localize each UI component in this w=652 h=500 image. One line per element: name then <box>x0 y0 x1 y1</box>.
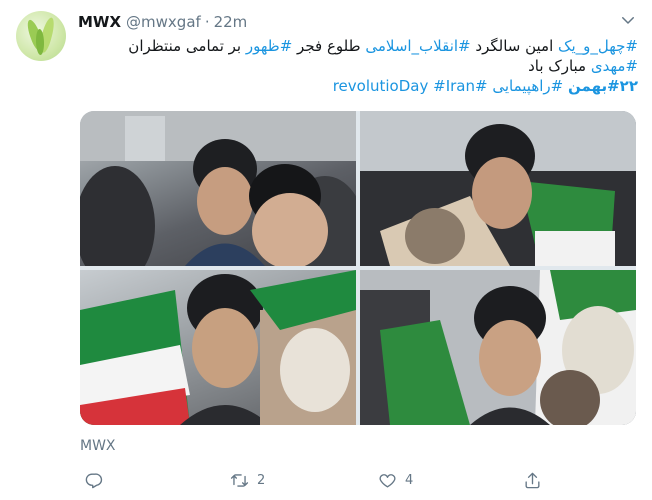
retweet-icon <box>230 473 249 487</box>
tweet-text-line-1: #چهل_و_یک امین سالگرد #انقلاب_اسلامی طلو… <box>82 36 638 56</box>
hashtag-link[interactable]: #Iran <box>433 77 475 95</box>
separator-dot: · <box>204 13 210 31</box>
photo-2[interactable] <box>360 111 636 266</box>
hashtag-link[interactable]: #چهل_و_یک <box>558 37 638 55</box>
hashtag-link[interactable]: #راهپیمایی <box>492 77 563 95</box>
tweet-text-segment: طلوع فجر <box>292 37 366 55</box>
chevron-down-icon[interactable] <box>619 11 637 29</box>
tweet-text-line-2: #مهدی مبارک باد <box>82 56 638 76</box>
photo-1[interactable] <box>80 111 356 266</box>
hashtag-link[interactable]: #۲۲بهمن <box>568 77 638 95</box>
tweet-timestamp[interactable]: 22m <box>214 13 248 31</box>
tweet-card: MWX @mwxgaf · 22m #چهل_و_یک امین سالگرد … <box>0 0 652 500</box>
photo-2-art <box>360 111 636 266</box>
photo-4[interactable] <box>360 270 636 425</box>
like-count: 4 <box>405 472 414 488</box>
tweet-text-line-3: #۲۲بهمن #راهپیمایی #revolutioDay #Iran <box>82 76 638 96</box>
like-icon <box>379 473 396 488</box>
retweet-button[interactable]: 2 <box>230 466 265 494</box>
photo-3[interactable] <box>80 270 356 425</box>
tweet-text: #چهل_و_یک امین سالگرد #انقلاب_اسلامی طلو… <box>82 36 638 96</box>
tweet-text-segment: امین سالگرد <box>470 37 559 55</box>
reply-icon <box>85 472 103 488</box>
share-icon <box>525 472 540 488</box>
photo-3-art <box>80 270 356 425</box>
source-label[interactable]: MWX <box>80 438 116 454</box>
media-grid <box>80 111 636 425</box>
hashtag-link[interactable]: #مهدی <box>591 57 638 75</box>
user-handle[interactable]: @mwxgaf <box>126 13 201 31</box>
tweet-header: MWX @mwxgaf · 22m <box>78 12 247 32</box>
avatar[interactable] <box>16 11 66 61</box>
tweet-actions: 2 4 <box>80 466 636 494</box>
share-button[interactable] <box>523 466 542 494</box>
retweet-count: 2 <box>257 472 266 488</box>
like-button[interactable]: 4 <box>378 466 413 494</box>
display-name[interactable]: MWX <box>78 13 121 31</box>
hashtag-link[interactable]: #ظهور <box>246 37 292 55</box>
tweet-text-segment: مبارک باد <box>528 57 591 75</box>
photo-4-art <box>360 270 636 425</box>
tweet-text-segment: بر تمامی منتظران <box>128 37 246 55</box>
hashtag-link[interactable]: #انقلاب_اسلامی <box>365 37 470 55</box>
photo-1-art <box>80 111 356 266</box>
reply-button[interactable] <box>84 466 111 494</box>
